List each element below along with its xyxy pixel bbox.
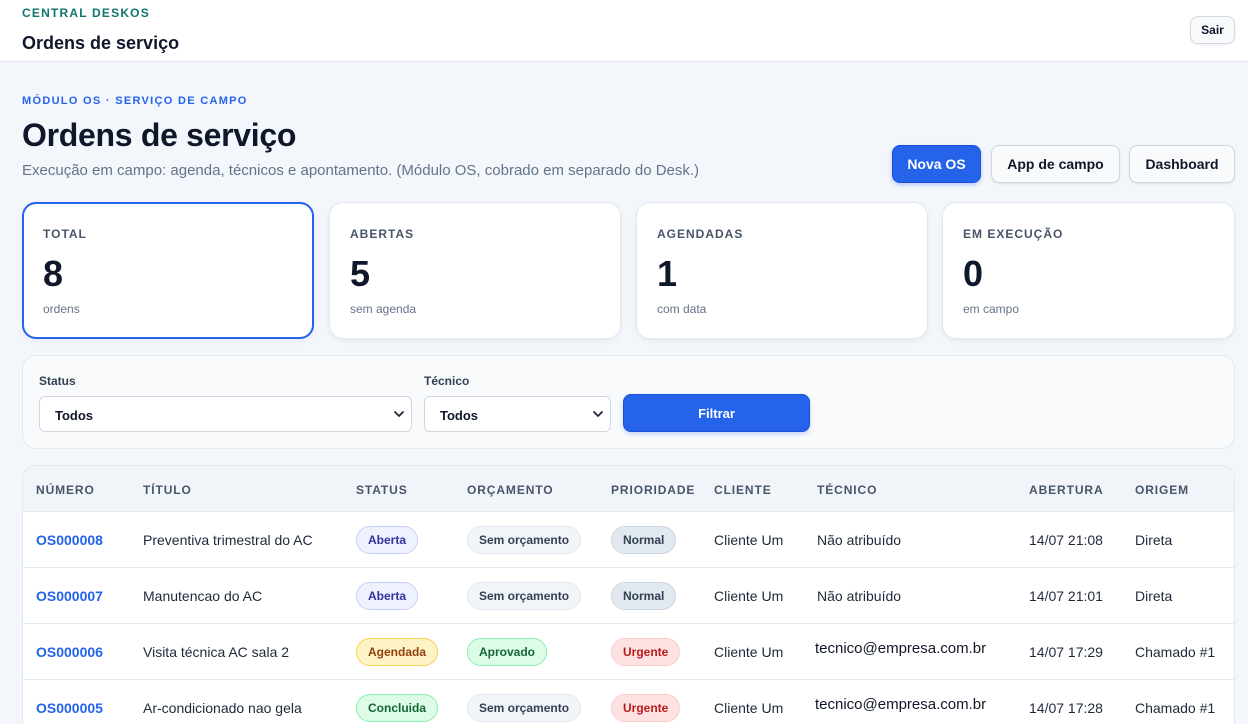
opened-date: 14/07 17:28 — [1029, 700, 1103, 716]
tech-name: Não atribuído — [817, 532, 902, 548]
origin: Direta — [1135, 532, 1173, 548]
order-title: Ar-condicionado nao gela — [143, 700, 302, 716]
stat-card-scheduled[interactable]: AGENDADAS 1 com data — [636, 202, 928, 339]
status-badge: Concluida — [356, 694, 439, 722]
col-client: CLIENTE — [714, 483, 772, 497]
col-status: STATUS — [356, 483, 408, 497]
orders-table: NÚMERO TÍTULO STATUS ORÇAMENTO PRIORIDAD… — [22, 465, 1235, 724]
table-row[interactable]: OS000008 Preventiva trimestral do AC Abe… — [23, 512, 1234, 568]
top-bar: CENTRAL DESKOS Ordens de serviço Sair — [0, 0, 1248, 62]
order-title: Preventiva trimestral do AC — [143, 532, 313, 548]
priority-badge: Urgente — [611, 694, 681, 722]
stat-label: AGENDADAS — [657, 227, 744, 241]
stat-label: TOTAL — [43, 227, 87, 241]
status-badge: Aberta — [356, 526, 419, 554]
stat-sub: sem agenda — [350, 302, 417, 316]
status-select-value: Todos — [55, 408, 94, 423]
brand-name: CENTRAL DESKOS — [22, 6, 150, 20]
dashboard-button[interactable]: Dashboard — [1129, 145, 1235, 183]
stat-label: ABERTAS — [350, 227, 415, 241]
budget-badge: Sem orçamento — [467, 526, 582, 554]
order-title: Visita técnica AC sala 2 — [143, 644, 290, 660]
tech-email: tecnico@empresa.com.br — [815, 696, 987, 713]
order-number-link[interactable]: OS000006 — [36, 644, 103, 660]
order-number-link[interactable]: OS000008 — [36, 532, 103, 548]
status-badge: Aberta — [356, 582, 419, 610]
client-name: Cliente Um — [714, 644, 784, 660]
budget-badge: Sem orçamento — [467, 694, 582, 722]
order-number-link[interactable]: OS000005 — [36, 700, 103, 716]
status-filter-label: Status — [39, 374, 76, 388]
col-number: NÚMERO — [36, 483, 95, 497]
budget-badge: Sem orçamento — [467, 582, 582, 610]
col-priority: PRIORIDADE — [611, 483, 696, 497]
client-name: Cliente Um — [714, 532, 784, 548]
tech-select-value: Todos — [440, 408, 479, 423]
col-opened: ABERTURA — [1029, 483, 1104, 497]
opened-date: 14/07 21:01 — [1029, 588, 1103, 604]
status-badge: Agendada — [356, 638, 439, 666]
opened-date: 14/07 17:29 — [1029, 644, 1103, 660]
opened-date: 14/07 21:08 — [1029, 532, 1103, 548]
page-title: Ordens de serviço — [22, 117, 297, 153]
priority-badge: Normal — [611, 582, 677, 610]
col-origin: ORIGEM — [1135, 483, 1190, 497]
field-app-button[interactable]: App de campo — [991, 145, 1120, 183]
col-title: TÍTULO — [143, 483, 192, 497]
new-os-button[interactable]: Nova OS — [892, 145, 981, 183]
table-header: NÚMERO TÍTULO STATUS ORÇAMENTO PRIORIDAD… — [23, 466, 1234, 512]
stat-value: 8 — [43, 253, 64, 294]
stat-card-open[interactable]: ABERTAS 5 sem agenda — [329, 202, 621, 339]
order-title: Manutencao do AC — [143, 588, 263, 604]
table-row[interactable]: OS000006 Visita técnica AC sala 2 Agenda… — [23, 624, 1234, 680]
tech-select[interactable]: Todos — [424, 396, 611, 432]
tech-name: Não atribuído — [817, 588, 902, 604]
status-select[interactable]: Todos — [39, 396, 412, 432]
origin: Chamado #1 — [1135, 700, 1216, 716]
topbar-title: Ordens de serviço — [22, 33, 180, 53]
chevron-down-icon — [394, 411, 404, 417]
order-number-link[interactable]: OS000007 — [36, 588, 103, 604]
stat-sub: em campo — [963, 302, 1020, 316]
chevron-down-icon — [593, 411, 603, 417]
client-name: Cliente Um — [714, 700, 784, 716]
filter-panel: Status Todos Técnico Todos Filtrar — [22, 355, 1235, 449]
client-name: Cliente Um — [714, 588, 784, 604]
table-row[interactable]: OS000007 Manutencao do AC Aberta Sem orç… — [23, 568, 1234, 624]
origin: Chamado #1 — [1135, 644, 1216, 660]
budget-badge: Aprovado — [467, 638, 548, 666]
filter-button[interactable]: Filtrar — [623, 394, 810, 432]
col-tech: TÉCNICO — [817, 483, 878, 497]
stat-value: 1 — [657, 253, 678, 294]
priority-badge: Urgente — [611, 638, 681, 666]
logout-button[interactable]: Sair — [1190, 16, 1235, 44]
stat-label: EM EXECUÇÃO — [963, 227, 1064, 241]
col-budget: ORÇAMENTO — [467, 483, 554, 497]
stat-card-total[interactable]: TOTAL 8 ordens — [22, 202, 314, 339]
priority-badge: Normal — [611, 526, 677, 554]
origin: Direta — [1135, 588, 1173, 604]
stat-sub: com data — [657, 302, 707, 316]
page-subtitle: Execução em campo: agenda, técnicos e ap… — [22, 162, 700, 179]
module-eyebrow: MÓDULO OS · SERVIÇO DE CAMPO — [22, 95, 248, 107]
tech-filter-label: Técnico — [424, 374, 470, 388]
stat-value: 5 — [350, 253, 371, 294]
stat-card-in-progress[interactable]: EM EXECUÇÃO 0 em campo — [942, 202, 1235, 339]
table-row[interactable]: OS000005 Ar-condicionado nao gela Conclu… — [23, 680, 1234, 724]
stat-sub: ordens — [43, 302, 80, 316]
tech-email: tecnico@empresa.com.br — [815, 640, 987, 657]
stat-value: 0 — [963, 253, 984, 294]
